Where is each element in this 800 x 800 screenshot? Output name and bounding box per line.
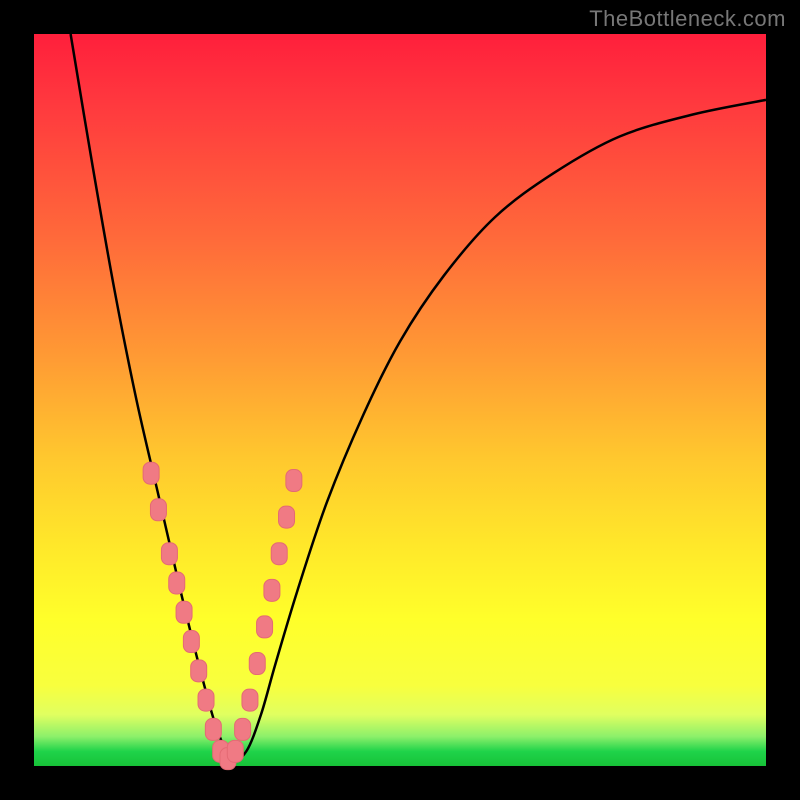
- highlight-dot: [279, 506, 295, 528]
- highlight-dot: [191, 660, 207, 682]
- highlight-dot: [249, 653, 265, 675]
- highlight-dot: [264, 579, 280, 601]
- bottleneck-curve: [71, 34, 766, 760]
- highlight-dot: [150, 499, 166, 521]
- highlight-dot: [271, 543, 287, 565]
- highlight-dot: [176, 601, 192, 623]
- highlight-dot: [161, 543, 177, 565]
- highlight-dot: [143, 462, 159, 484]
- watermark-text: TheBottleneck.com: [589, 6, 786, 32]
- highlight-dot: [235, 718, 251, 740]
- highlight-dot: [205, 718, 221, 740]
- plot-area: [34, 34, 766, 766]
- highlight-dot: [183, 631, 199, 653]
- highlight-dot: [198, 689, 214, 711]
- highlight-dot: [257, 616, 273, 638]
- highlight-dot: [169, 572, 185, 594]
- highlight-dot: [242, 689, 258, 711]
- chart-frame: TheBottleneck.com: [0, 0, 800, 800]
- highlight-dots: [143, 462, 302, 769]
- highlight-dot: [286, 470, 302, 492]
- highlight-dot: [227, 740, 243, 762]
- curve-layer: [34, 34, 766, 766]
